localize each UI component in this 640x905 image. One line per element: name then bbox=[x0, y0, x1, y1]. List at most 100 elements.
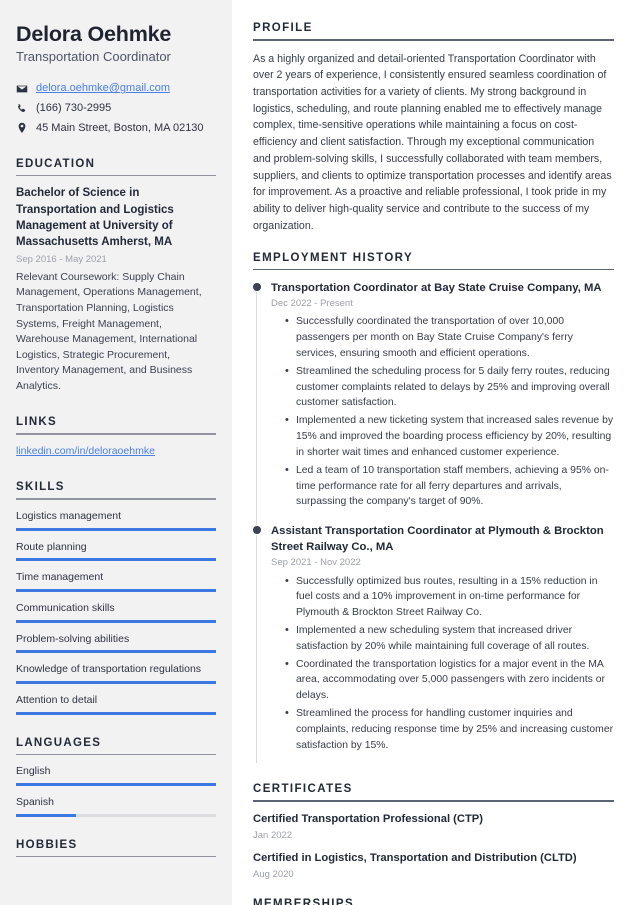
certificate-item: Certified in Logistics, Transportation a… bbox=[253, 851, 614, 881]
language-level-track bbox=[16, 813, 216, 817]
employment-date: Dec 2022 - Present bbox=[271, 298, 353, 310]
section-links: LINKS linkedin.com/in/deloraoehmke bbox=[16, 416, 216, 459]
name-block: Delora Oehmke Transportation Coordinator bbox=[16, 22, 216, 64]
employment-bullet: Implemented a new scheduling system that… bbox=[285, 622, 614, 655]
contact-address-text: 45 Main Street, Boston, MA 02130 bbox=[36, 122, 204, 134]
phone-icon bbox=[16, 103, 28, 115]
skill-level-track bbox=[16, 711, 216, 715]
employment-bullet: Streamlined the process for handling cus… bbox=[285, 705, 614, 753]
candidate-name: Delora Oehmke bbox=[16, 22, 172, 46]
section-profile-title: PROFILE bbox=[253, 22, 313, 34]
skill-label: Logistics management bbox=[16, 509, 122, 522]
language-item: English bbox=[16, 764, 216, 786]
skill-label: Route planning bbox=[16, 540, 87, 553]
skill-level-track bbox=[16, 681, 216, 685]
section-certificates-title: CERTIFICATES bbox=[253, 783, 353, 796]
divider bbox=[16, 855, 216, 858]
skill-level-fill bbox=[16, 558, 216, 562]
certificate-name: Certified Transportation Professional (C… bbox=[253, 812, 483, 825]
sidebar: Delora Oehmke Transportation Coordinator… bbox=[0, 0, 232, 905]
divider bbox=[16, 753, 216, 756]
skill-level-track bbox=[16, 619, 216, 623]
employment-bullet: Led a team of 10 transportation staff me… bbox=[285, 462, 614, 510]
divider bbox=[253, 39, 614, 41]
divider bbox=[16, 433, 216, 435]
language-level-fill bbox=[16, 782, 216, 786]
contact-email-row[interactable]: delora.oehmke@gmail.com bbox=[16, 81, 216, 96]
skill-label: Communication skills bbox=[16, 602, 115, 615]
skill-level-fill bbox=[16, 589, 216, 593]
section-education-title: EDUCATION bbox=[16, 157, 96, 170]
link-item-linkedin[interactable]: linkedin.com/in/deloraoehmke bbox=[16, 444, 216, 460]
language-label: Spanish bbox=[16, 795, 54, 808]
envelope-icon bbox=[16, 83, 28, 95]
section-languages: LANGUAGES English Spanish bbox=[16, 737, 216, 817]
employment-item: Transportation Coordinator at Bay State … bbox=[253, 280, 614, 526]
profile-text: As a highly organized and detail-oriente… bbox=[253, 52, 612, 232]
certificates-list: Certified Transportation Professional (C… bbox=[253, 812, 614, 881]
skill-level-fill bbox=[16, 527, 216, 531]
skill-item: Problem-solving abilities bbox=[16, 632, 216, 654]
divider bbox=[16, 498, 216, 500]
section-links-title: LINKS bbox=[16, 416, 57, 429]
certificate-item: Certified Transportation Professional (C… bbox=[253, 812, 614, 842]
contact-email-link[interactable]: delora.oehmke@gmail.com bbox=[36, 81, 170, 96]
contact-list: delora.oehmke@gmail.com (166) 730-2995 4… bbox=[16, 81, 216, 136]
contact-phone-row: (166) 730-2995 bbox=[16, 101, 216, 116]
employment-date: Sep 2021 - Nov 2022 bbox=[271, 557, 361, 569]
resume-page: Delora Oehmke Transportation Coordinator… bbox=[0, 0, 640, 905]
main-column: PROFILE As a highly organized and detail… bbox=[232, 0, 640, 905]
skill-level-fill bbox=[16, 650, 216, 654]
language-level-fill bbox=[16, 813, 76, 817]
section-hobbies-title: HOBBIES bbox=[16, 838, 78, 851]
employment-bullet: Implemented a new ticketing system that … bbox=[285, 412, 614, 460]
section-skills: SKILLS Logistics management Route plannin… bbox=[16, 481, 216, 715]
contact-phone-text: (166) 730-2995 bbox=[36, 102, 112, 115]
education-entry: Bachelor of Science in Transportation an… bbox=[16, 185, 216, 394]
section-languages-title: LANGUAGES bbox=[16, 736, 102, 749]
employment-bullet: Successfully optimized bus routes, resul… bbox=[285, 573, 614, 621]
skill-item: Knowledge of transportation regulations bbox=[16, 662, 216, 685]
contact-address-row: 45 Main Street, Boston, MA 02130 bbox=[16, 121, 216, 136]
divider bbox=[253, 268, 614, 271]
employment-bullet-list: Successfully optimized bus routes, resul… bbox=[271, 573, 614, 754]
language-level-track bbox=[16, 782, 216, 786]
skill-level-track bbox=[16, 589, 216, 593]
employment-bullet: Streamlined the scheduling process for 5… bbox=[285, 363, 614, 411]
section-memberships-title: MEMBERSHIPS bbox=[253, 897, 355, 905]
section-hobbies: HOBBIES bbox=[16, 839, 216, 858]
divider bbox=[16, 174, 216, 177]
employment-item: Assistant Transportation Coordinator at … bbox=[253, 523, 614, 766]
skill-label: Knowledge of transportation regulations bbox=[16, 663, 202, 676]
section-employment-history: EMPLOYMENT HISTORY Transportation Coordi… bbox=[253, 252, 614, 767]
skills-list: Logistics management Route planning Time m… bbox=[16, 509, 216, 715]
section-employment-title: EMPLOYMENT HISTORY bbox=[253, 251, 414, 264]
skill-level-track bbox=[16, 527, 216, 531]
section-skills-title: SKILLS bbox=[16, 481, 65, 494]
section-profile: PROFILE As a highly organized and detail… bbox=[253, 22, 614, 235]
skill-label: Attention to detail bbox=[16, 694, 98, 707]
certificate-name: Certified in Logistics, Transportation a… bbox=[253, 851, 577, 864]
location-pin-icon bbox=[16, 122, 28, 134]
section-memberships: MEMBERSHIPS bbox=[253, 898, 614, 905]
skill-label: Problem-solving abilities bbox=[16, 632, 130, 645]
section-certificates: CERTIFICATES Certified Transportation Pr… bbox=[253, 783, 614, 880]
candidate-job-title: Transportation Coordinator bbox=[16, 48, 171, 64]
education-description: Relevant Coursework: Supply Chain Manage… bbox=[16, 270, 202, 392]
employment-bullet-list: Successfully coordinated the transportat… bbox=[271, 313, 614, 510]
skill-level-track bbox=[16, 650, 216, 654]
skill-level-fill bbox=[16, 681, 216, 685]
skill-item: Logistics management bbox=[16, 509, 216, 531]
skill-level-fill bbox=[16, 711, 216, 715]
employment-bullet: Coordinated the transportation logistics… bbox=[285, 656, 614, 704]
skill-item: Time management bbox=[16, 570, 216, 593]
certificate-date: Jan 2022 bbox=[253, 829, 293, 841]
skill-item: Communication skills bbox=[16, 601, 216, 623]
skill-item: Route planning bbox=[16, 540, 216, 562]
employment-timeline: Transportation Coordinator at Bay State … bbox=[253, 280, 614, 766]
skill-level-track bbox=[16, 558, 216, 562]
section-education: EDUCATION Bachelor of Science in Transpo… bbox=[16, 158, 216, 394]
language-label: English bbox=[16, 765, 51, 778]
employment-heading: Transportation Coordinator at Bay State … bbox=[271, 282, 602, 295]
skill-level-fill bbox=[16, 619, 216, 623]
